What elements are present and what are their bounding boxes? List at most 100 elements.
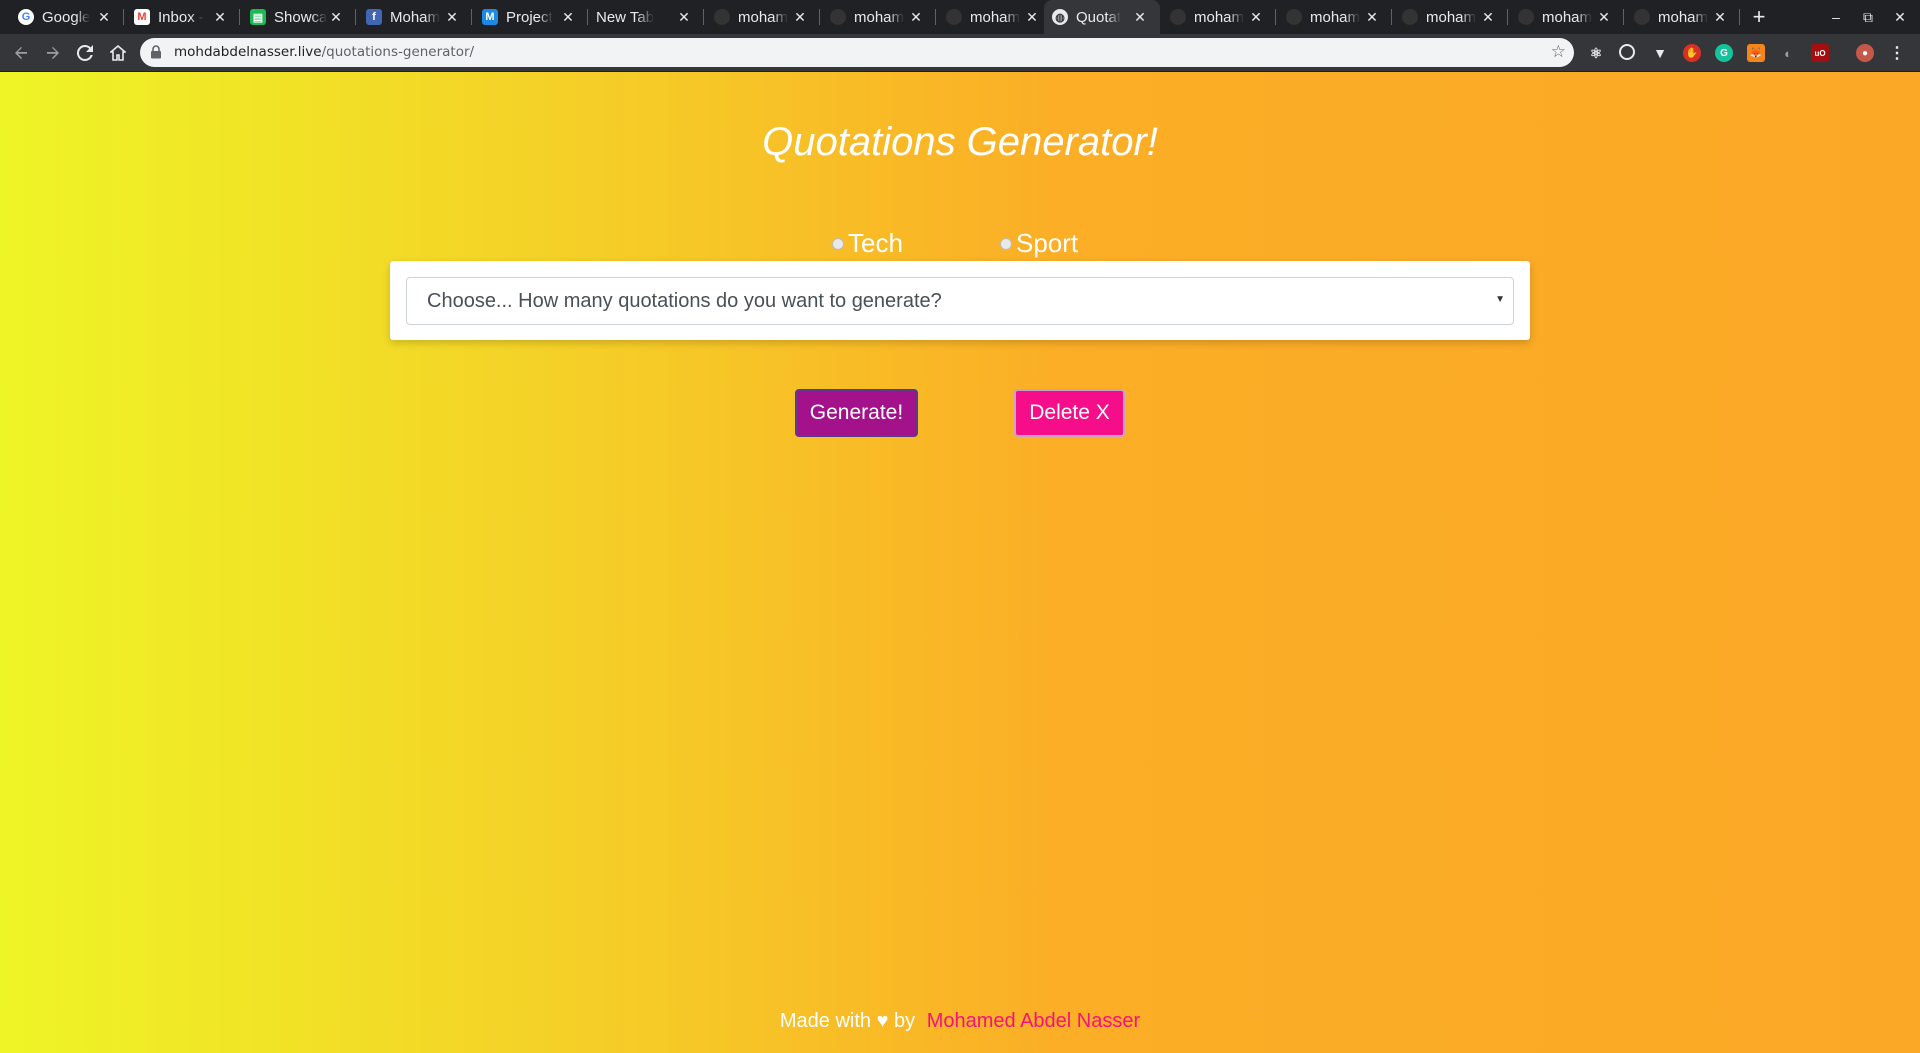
browser-tab[interactable]: moham ✕: [1626, 0, 1740, 34]
address-bar[interactable]: mohdabdelnasser.live/quotations-generato…: [140, 38, 1574, 67]
ublock-origin-icon[interactable]: uO: [1811, 44, 1829, 62]
generate-button[interactable]: Generate!: [795, 389, 918, 437]
page-title: Quotations Generator!: [762, 120, 1158, 164]
delete-button[interactable]: Delete X: [1014, 389, 1125, 437]
lock-icon: [151, 45, 161, 59]
radio-button[interactable]: [832, 238, 844, 250]
close-icon[interactable]: ✕: [1596, 9, 1612, 25]
close-icon[interactable]: ✕: [676, 9, 692, 25]
url-domain: mohdabdelnasser.live: [174, 44, 322, 60]
browser-tab[interactable]: New Tab ✕: [590, 0, 704, 34]
google-icon: G: [18, 9, 34, 25]
browser-tab[interactable]: moham ✕: [822, 0, 936, 34]
extension-icon[interactable]: ◐: [1779, 44, 1797, 62]
browser-tab[interactable]: G Google ✕: [10, 0, 124, 34]
tab-title: moham: [854, 8, 905, 26]
browser-tab[interactable]: moham ✕: [1394, 0, 1508, 34]
browser-tab[interactable]: moham ✕: [706, 0, 820, 34]
profile-avatar[interactable]: ●: [1856, 44, 1874, 62]
menu-kebab-icon[interactable]: ⋮: [1888, 44, 1906, 62]
globe-icon: ◍: [1052, 9, 1068, 25]
close-window-icon[interactable]: ✕: [1888, 6, 1912, 28]
arrow-right-icon: [47, 47, 59, 59]
adblock-icon[interactable]: ✋: [1683, 44, 1701, 62]
home-button[interactable]: [104, 39, 132, 67]
close-icon[interactable]: ✕: [444, 9, 460, 25]
browser-tab[interactable]: moham ✕: [1278, 0, 1392, 34]
author-link[interactable]: Mohamed Abdel Nasser: [927, 1010, 1140, 1032]
restore-icon[interactable]: ⧉: [1856, 6, 1880, 28]
tab-title: Showca: [274, 8, 328, 26]
tab-title: New Tab: [596, 8, 655, 26]
tab-title: Moham: [390, 8, 441, 26]
radio-button[interactable]: [1000, 238, 1012, 250]
tab-strip: G Google ✕ M Inbox - ✕ ▤ Showca ✕ f Moha…: [0, 0, 1920, 34]
bookmark-star-icon[interactable]: ☆: [1551, 43, 1566, 61]
close-icon[interactable]: ✕: [212, 9, 228, 25]
browser-tab[interactable]: moham ✕: [1510, 0, 1624, 34]
reload-icon: [77, 45, 93, 61]
close-icon[interactable]: ✕: [1712, 9, 1728, 25]
url-text: mohdabdelnasser.live/quotations-generato…: [174, 44, 474, 60]
target-icon[interactable]: [1619, 44, 1635, 60]
back-button[interactable]: [7, 39, 35, 67]
close-icon[interactable]: ✕: [328, 9, 344, 25]
arrow-left-icon: [15, 47, 27, 59]
close-icon[interactable]: ✕: [1364, 9, 1380, 25]
close-icon[interactable]: ✕: [792, 9, 808, 25]
m-icon: M: [482, 9, 498, 25]
github-icon: [946, 9, 962, 25]
github-icon: [714, 9, 730, 25]
chevron-down-icon: ▼: [1495, 294, 1505, 305]
tab-title: moham: [1658, 8, 1709, 26]
radio-label: Sport: [1016, 227, 1079, 258]
quotation-count-select[interactable]: Choose... How many quotations do you wan…: [406, 277, 1514, 325]
browser-tab[interactable]: moham ✕: [1162, 0, 1276, 34]
github-icon: [1170, 9, 1186, 25]
facebook-icon: f: [366, 9, 382, 25]
browser-tab[interactable]: moham ✕: [938, 0, 1052, 34]
radio-tech[interactable]: Tech: [832, 227, 903, 259]
close-icon[interactable]: ✕: [908, 9, 924, 25]
footer: Made with ♥ by Mohamed Abdel Nasser: [0, 1010, 1920, 1033]
home-icon: [110, 45, 126, 61]
select-placeholder: Choose... How many quotations do you wan…: [427, 290, 942, 312]
close-icon[interactable]: ✕: [96, 9, 112, 25]
browser-tab[interactable]: ▤ Showca ✕: [242, 0, 356, 34]
reload-button[interactable]: [71, 39, 99, 67]
close-icon[interactable]: ✕: [1480, 9, 1496, 25]
close-icon[interactable]: ✕: [1248, 9, 1264, 25]
new-tab-button[interactable]: +: [1746, 4, 1772, 30]
tab-title: Google: [42, 8, 91, 26]
tab-title: moham: [738, 8, 789, 26]
forward-button[interactable]: [39, 39, 67, 67]
github-icon: [1402, 9, 1418, 25]
grammarly-icon[interactable]: G: [1715, 44, 1733, 62]
minimize-icon[interactable]: –: [1824, 6, 1848, 28]
browser-tab[interactable]: f Moham ✕: [358, 0, 472, 34]
react-devtools-icon[interactable]: ⚛: [1587, 44, 1605, 62]
tab-title: moham: [1310, 8, 1361, 26]
tab-title: Quotat: [1076, 8, 1122, 26]
browser-tab[interactable]: M Inbox - ✕: [126, 0, 240, 34]
github-icon: [1634, 9, 1650, 25]
close-icon[interactable]: ✕: [560, 9, 576, 25]
close-icon[interactable]: ✕: [1132, 9, 1148, 25]
github-icon: [830, 9, 846, 25]
sheets-icon: ▤: [250, 9, 266, 25]
radio-sport[interactable]: Sport: [1000, 227, 1078, 259]
tab-title: Project: [506, 8, 553, 26]
footer-text: Made with ♥ by: [779, 1010, 916, 1032]
url-path: /quotations-generator/: [321, 44, 475, 60]
vue-devtools-icon[interactable]: ▼: [1651, 44, 1669, 62]
tab-title: moham: [1542, 8, 1593, 26]
browser-tab[interactable]: M Project ✕: [474, 0, 588, 34]
tab-title: Inbox -: [158, 8, 204, 26]
browser-tab-active[interactable]: ◍ Quotat ✕: [1044, 0, 1160, 34]
github-icon: [1286, 9, 1302, 25]
gmail-icon: M: [134, 9, 150, 25]
tab-title: moham: [1194, 8, 1245, 26]
close-icon[interactable]: ✕: [1024, 9, 1040, 25]
metamask-icon[interactable]: 🦊: [1747, 44, 1765, 62]
browser-toolbar: mohdabdelnasser.live/quotations-generato…: [0, 34, 1920, 71]
